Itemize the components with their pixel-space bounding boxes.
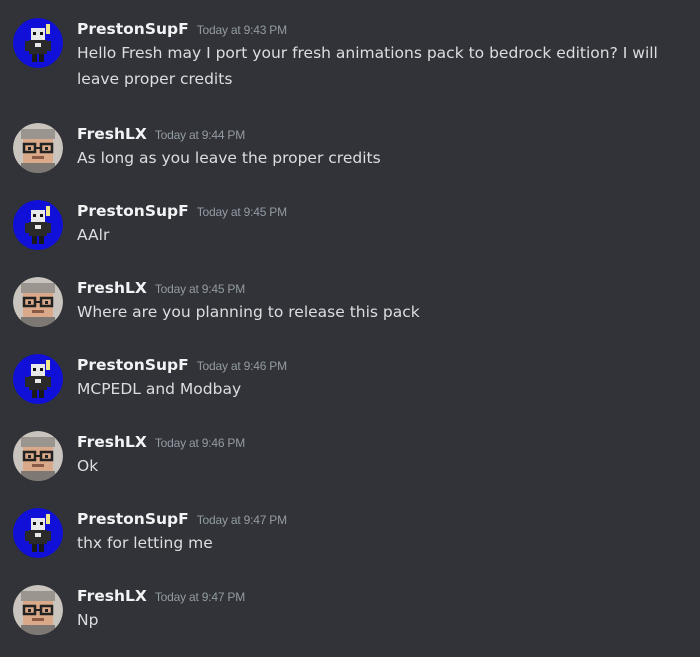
username[interactable]: PrestonSupF (77, 202, 189, 220)
username[interactable]: PrestonSupF (77, 356, 189, 374)
timestamp: Today at 9:46 PM (196, 359, 287, 373)
message-text: Ok (77, 457, 99, 475)
chat-message-list[interactable]: PrestonSupF Today at 9:43 PM Hello Fresh … (0, 0, 700, 657)
timestamp: Today at 9:45 PM (196, 205, 287, 219)
pixel-character-avatar-icon (13, 354, 63, 404)
timestamp: Today at 9:45 PM (154, 282, 246, 296)
avatar-freshlx[interactable] (13, 277, 63, 327)
message-header: FreshLX Today at 9:47 PM (77, 585, 245, 607)
glasses-face-avatar-icon (13, 277, 63, 327)
message-header: FreshLX Today at 9:45 PM (77, 277, 245, 299)
message-text: thx for letting me (77, 534, 213, 552)
pixel-character-avatar-icon (13, 200, 63, 250)
message-text: AAlr (77, 226, 110, 244)
avatar-freshlx[interactable] (13, 431, 63, 481)
timestamp: Today at 9:47 PM (196, 513, 287, 527)
pixel-character-avatar-icon (13, 18, 63, 68)
message-text: Np (77, 611, 99, 629)
message-text: Where are you planning to release this p… (77, 303, 420, 321)
message-header: FreshLX Today at 9:44 PM (77, 123, 245, 145)
message-header: PrestonSupF Today at 9:43 PM (77, 18, 287, 40)
avatar-prestonsupf[interactable] (13, 354, 63, 404)
username[interactable]: FreshLX (77, 279, 147, 297)
username[interactable]: PrestonSupF (77, 20, 189, 38)
timestamp: Today at 9:47 PM (154, 590, 246, 604)
timestamp: Today at 9:44 PM (154, 128, 246, 142)
timestamp: Today at 9:46 PM (154, 436, 246, 450)
glasses-face-avatar-icon (13, 123, 63, 173)
avatar-freshlx[interactable] (13, 123, 63, 173)
avatar-prestonsupf[interactable] (13, 18, 63, 68)
avatar-freshlx[interactable] (13, 585, 63, 635)
username[interactable]: FreshLX (77, 433, 147, 451)
message-text: Hello Fresh may I port your fresh animat… (77, 44, 658, 88)
avatar-prestonsupf[interactable] (13, 200, 63, 250)
username[interactable]: FreshLX (77, 587, 147, 605)
message-text: MCPEDL and Modbay (77, 380, 242, 398)
message-text: As long as you leave the proper credits (77, 149, 381, 167)
avatar-prestonsupf[interactable] (13, 508, 63, 558)
message-header: PrestonSupF Today at 9:46 PM (77, 354, 287, 376)
message-header: FreshLX Today at 9:46 PM (77, 431, 245, 453)
glasses-face-avatar-icon (13, 585, 63, 635)
pixel-character-avatar-icon (13, 508, 63, 558)
message-header: PrestonSupF Today at 9:47 PM (77, 508, 287, 530)
timestamp: Today at 9:43 PM (196, 23, 287, 37)
username[interactable]: FreshLX (77, 125, 147, 143)
username[interactable]: PrestonSupF (77, 510, 189, 528)
message-header: PrestonSupF Today at 9:45 PM (77, 200, 287, 222)
glasses-face-avatar-icon (13, 431, 63, 481)
